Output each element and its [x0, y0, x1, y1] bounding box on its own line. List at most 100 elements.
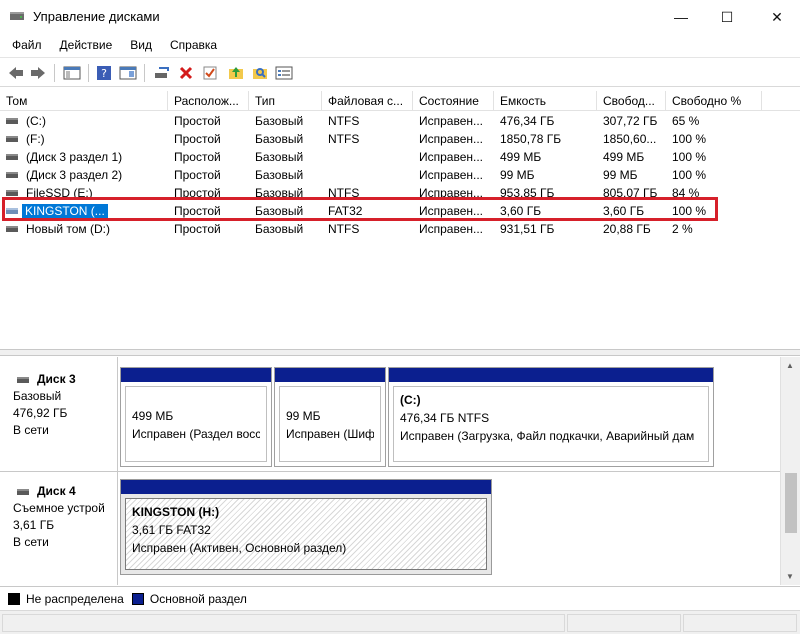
removable-disk-icon [17, 488, 29, 495]
search-icon[interactable] [250, 63, 270, 83]
volume-free-space: 99 МБ [603, 168, 638, 182]
volume-type: Базовый [255, 150, 304, 164]
list-icon[interactable] [274, 63, 294, 83]
legend-label-unallocated: Не распределена [26, 591, 124, 606]
disk-3-header: Диск 3 [0, 371, 117, 388]
volume-filesystem: NTFS [328, 132, 360, 146]
scrollbar-thumb[interactable] [785, 473, 797, 533]
volume-layout: Простой [174, 150, 221, 164]
partition-body: KINGSTON (H:) 3,61 ГБ FAT32 Исправен (Ак… [125, 498, 487, 570]
volume-status: Исправен... [419, 114, 484, 128]
partition-bar [121, 480, 491, 494]
column-header-free-percent[interactable]: Свободно % [666, 91, 762, 111]
pane-splitter[interactable] [0, 350, 800, 356]
volume-row[interactable]: (C:) Простой Базовый NTFS Исправен... 47… [0, 112, 800, 130]
column-header-free-space[interactable]: Свобод... [597, 91, 666, 111]
toolbar-separator [144, 64, 145, 82]
selection-highlight-frame [2, 197, 718, 221]
column-header-filesystem[interactable]: Файловая с... [322, 91, 413, 111]
menu-file[interactable]: Файл [6, 38, 48, 52]
menu-help[interactable]: Справка [164, 38, 223, 52]
properties-icon[interactable] [118, 63, 138, 83]
connect-disk-icon[interactable] [152, 63, 172, 83]
volume-status: Исправен... [419, 132, 484, 146]
volume-name: (Диск 3 раздел 2) [26, 168, 123, 182]
drive-icon [6, 190, 18, 196]
disk-3-type: Базовый [13, 389, 62, 403]
close-button[interactable]: ✕ [754, 0, 800, 34]
partition-body: 99 МБ Исправен (Шифр [279, 386, 381, 462]
volume-row[interactable]: (Диск 3 раздел 1) Простой Базовый Исправ… [0, 148, 800, 166]
drive-icon [6, 118, 18, 124]
svg-text:?: ? [101, 67, 107, 80]
disk-3-size: 476,92 ГБ [13, 406, 68, 420]
volume-capacity: 99 МБ [500, 168, 535, 182]
disk-graphical-view: Диск 3 Базовый 476,92 ГБ В сети 499 МБ И… [0, 357, 780, 585]
volume-status: Исправен... [419, 222, 484, 236]
partition-title: (C:) [400, 393, 421, 407]
partition-disk3-c[interactable]: (C:) 476,34 ГБ NTFS Исправен (Загрузка, … [388, 367, 714, 467]
drive-icon [6, 154, 18, 160]
delete-icon[interactable] [176, 63, 196, 83]
partition-disk3-1[interactable]: 499 МБ Исправен (Раздел восс [120, 367, 272, 467]
toolbar-separator [54, 64, 55, 82]
column-header-volume[interactable]: Том [0, 91, 168, 111]
column-header-status[interactable]: Состояние [413, 91, 494, 111]
column-header-layout[interactable]: Располож... [168, 91, 249, 111]
volume-free-percent: 65 % [672, 114, 700, 128]
disk-4-label[interactable]: Диск 4 Съемное устрой 3,61 ГБ В сети [0, 472, 118, 585]
partition-size: 499 МБ [132, 409, 174, 423]
scroll-down-icon[interactable]: ▼ [786, 572, 794, 581]
partition-status: Исправен (Шифр [286, 427, 374, 441]
column-header-capacity[interactable]: Емкость [494, 91, 597, 111]
volume-layout: Простой [174, 168, 221, 182]
legend-swatch-unallocated [8, 592, 20, 605]
partition-kingston[interactable]: KINGSTON (H:) 3,61 ГБ FAT32 Исправен (Ак… [120, 479, 492, 575]
up-folder-icon[interactable] [226, 63, 246, 83]
partition-bar [121, 368, 271, 382]
drive-icon [6, 136, 18, 142]
disk-3-label[interactable]: Диск 3 Базовый 476,92 ГБ В сети [0, 357, 118, 471]
volume-free-percent: 2 % [672, 222, 693, 236]
menu-view[interactable]: Вид [124, 38, 158, 52]
menu-action[interactable]: Действие [54, 38, 119, 52]
disk-management-app-icon [10, 12, 24, 20]
check-icon[interactable] [200, 63, 220, 83]
toolbar: ? [0, 57, 800, 87]
forward-icon[interactable] [28, 63, 48, 83]
volume-row[interactable]: Новый том (D:) Простой Базовый NTFS Испр… [0, 220, 800, 238]
partition-size: 99 МБ [286, 409, 321, 423]
partition-status: Исправен (Активен, Основной раздел) [132, 541, 347, 555]
volume-type: Базовый [255, 132, 304, 146]
back-icon[interactable] [6, 63, 26, 83]
partition-status: Исправен (Загрузка, Файл подкачки, Авари… [400, 429, 695, 443]
volume-name: (F:) [26, 132, 45, 146]
volume-row[interactable]: (F:) Простой Базовый NTFS Исправен... 18… [0, 130, 800, 148]
volume-capacity: 931,51 ГБ [500, 222, 555, 236]
console-tree-icon[interactable] [62, 63, 82, 83]
status-segment [567, 614, 681, 632]
partition-size: 476,34 ГБ NTFS [400, 411, 490, 425]
maximize-button[interactable]: ☐ [704, 0, 750, 34]
help-icon[interactable]: ? [94, 63, 114, 83]
disk-4-size: 3,61 ГБ [13, 518, 55, 532]
window-title: Управление дисками [33, 9, 160, 24]
volume-free-space: 20,88 ГБ [603, 222, 651, 236]
legend-label-primary: Основной раздел [149, 591, 247, 606]
minimize-button[interactable]: — [658, 0, 704, 34]
volume-row[interactable]: (Диск 3 раздел 2) Простой Базовый Исправ… [0, 166, 800, 184]
scroll-up-icon[interactable]: ▲ [786, 361, 794, 370]
legend: Не распределена Основной раздел [0, 586, 800, 610]
volume-filesystem [322, 166, 413, 184]
vertical-scrollbar[interactable]: ▲ ▼ [780, 357, 800, 585]
volume-filesystem [322, 148, 413, 166]
disk-4-type: Съемное устрой [13, 501, 105, 515]
volume-layout: Простой [174, 222, 221, 236]
column-header-type[interactable]: Тип [249, 91, 322, 111]
volume-type: Базовый [255, 168, 304, 182]
partition-disk3-2[interactable]: 99 МБ Исправен (Шифр [274, 367, 386, 467]
partition-status: Исправен (Раздел восс [132, 427, 260, 441]
legend-swatch-primary [131, 592, 144, 605]
volume-capacity: 476,34 ГБ [500, 114, 555, 128]
disk-4-state: В сети [13, 535, 49, 549]
